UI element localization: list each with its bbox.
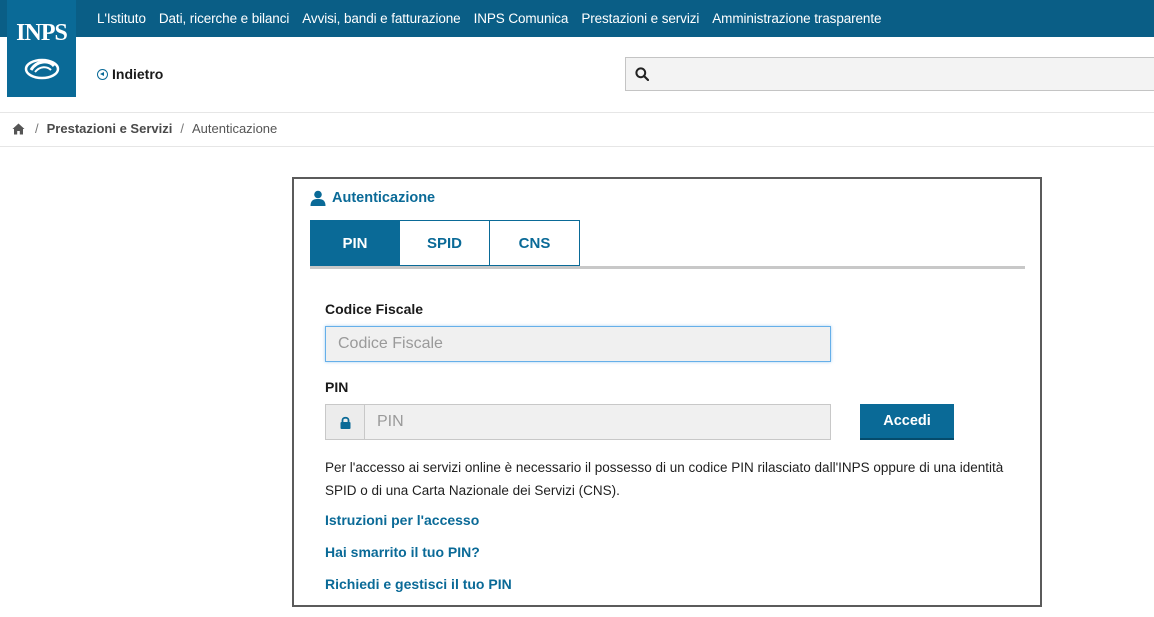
- auth-info-text: Per l'accesso ai servizi online è necess…: [325, 460, 1004, 498]
- header-divider: [0, 112, 1154, 113]
- logo-text: INPS: [16, 20, 68, 46]
- pin-addon: [325, 404, 365, 440]
- back-label: Indietro: [112, 66, 164, 82]
- lock-icon: [340, 416, 350, 429]
- link-istruzioni-accesso[interactable]: Istruzioni per l'accesso: [325, 512, 479, 528]
- logo-swoosh-icon: [24, 58, 60, 80]
- nav-item-dati-ricerche-bilanci[interactable]: Dati, ricerche e bilanci: [159, 11, 290, 26]
- search-icon: [635, 67, 649, 81]
- auth-panel: Autenticazione PIN SPID CNS Codice Fisca…: [292, 177, 1042, 607]
- nav-item-amministrazione-trasparente[interactable]: Amministrazione trasparente: [712, 11, 881, 26]
- back-arrow-icon: [97, 68, 108, 80]
- nav-item-prestazioni-servizi[interactable]: Prestazioni e servizi: [581, 11, 699, 26]
- breadcrumb-divider: [0, 146, 1154, 147]
- tab-spid[interactable]: SPID: [400, 220, 490, 266]
- top-navigation-bar: L'Istituto Dati, ricerche e bilanci Avvi…: [0, 0, 1154, 37]
- tab-pin[interactable]: PIN: [310, 220, 400, 266]
- user-icon: [310, 190, 326, 206]
- link-richiedi-gestisci-pin[interactable]: Richiedi e gestisci il tuo PIN: [325, 576, 512, 592]
- nav-item-inps-comunica[interactable]: INPS Comunica: [474, 11, 569, 26]
- home-icon[interactable]: [12, 123, 25, 135]
- top-nav: L'Istituto Dati, ricerche e bilanci Avvi…: [97, 0, 894, 37]
- codice-fiscale-field[interactable]: [325, 326, 831, 362]
- pin-field[interactable]: [364, 404, 831, 440]
- breadcrumb-current: Autenticazione: [191, 121, 278, 136]
- accedi-button[interactable]: Accedi: [860, 404, 954, 440]
- tab-cns[interactable]: CNS: [490, 220, 580, 266]
- search-input[interactable]: [625, 57, 1154, 91]
- nav-item-avvisi-bandi[interactable]: Avvisi, bandi e fatturazione: [302, 11, 460, 26]
- back-link[interactable]: Indietro: [97, 66, 163, 82]
- link-smarrito-pin[interactable]: Hai smarrito il tuo PIN?: [325, 544, 480, 560]
- inps-logo[interactable]: INPS: [7, 0, 76, 97]
- auth-tabs: PIN SPID CNS: [310, 220, 580, 266]
- breadcrumb-separator: /: [180, 121, 184, 136]
- codice-fiscale-label: Codice Fiscale: [325, 301, 424, 317]
- breadcrumb-separator: /: [35, 121, 39, 136]
- pin-label: PIN: [325, 379, 349, 395]
- nav-item-istituto[interactable]: L'Istituto: [97, 11, 146, 26]
- breadcrumb-prestazioni-servizi[interactable]: Prestazioni e Servizi: [47, 121, 173, 136]
- tabs-underline: [310, 266, 1025, 269]
- auth-panel-title: Autenticazione: [310, 190, 435, 206]
- auth-title-text: Autenticazione: [332, 190, 436, 206]
- breadcrumb: / Prestazioni e Servizi / Autenticazione: [12, 121, 277, 136]
